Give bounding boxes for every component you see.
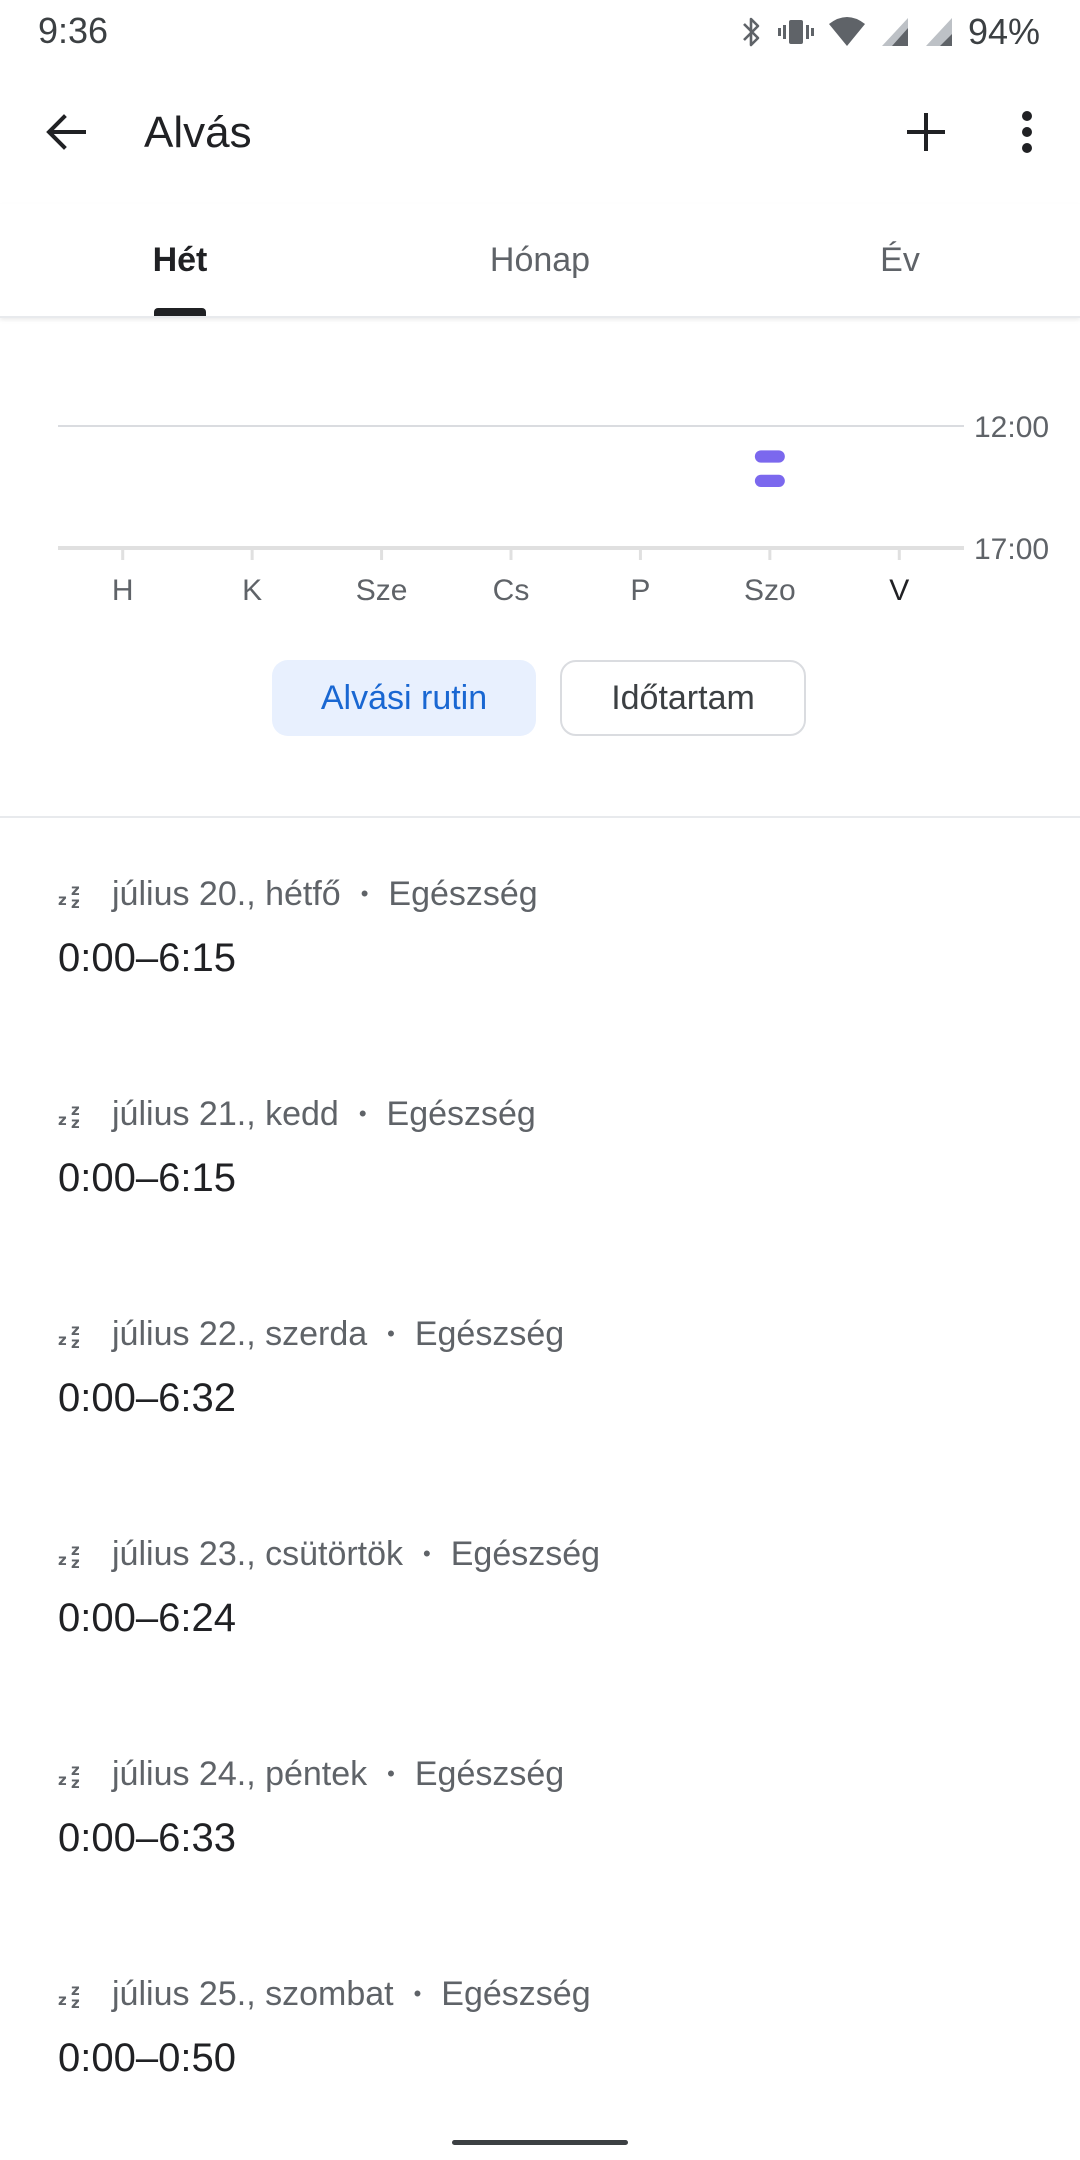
- status-icons: 94%: [738, 11, 1040, 52]
- sleep-zz-icon: zzz: [58, 879, 88, 909]
- svg-text:z: z: [58, 1991, 67, 2009]
- sleep-zz-icon: zzz: [58, 1539, 88, 1569]
- chart-y-tick-label: 12:00: [974, 411, 1049, 444]
- sleep-zz-icon: zzz: [58, 1099, 88, 1129]
- chart-x-tick-label: Szo: [744, 574, 796, 607]
- sleep-schedule-chart: 12:00 17:00 H K Sze Cs P Szo V: [0, 316, 1080, 616]
- sleep-entry-source: Egészség: [450, 1534, 601, 1573]
- separator-dot: •: [387, 1761, 395, 1786]
- tab-indicator: [154, 308, 206, 316]
- sleep-entry-date: július 22., szerda: [112, 1314, 368, 1353]
- chart-filter-row: Alvási rutin Időtartam: [0, 660, 1080, 740]
- sleep-entry[interactable]: zzz július 20., hétfő • Egészség 0:00–6:…: [0, 818, 1080, 1038]
- chart-y-tick-label: 17:00: [974, 533, 1049, 566]
- period-tabs: Hét Hónap Év: [0, 204, 1080, 318]
- home-indicator[interactable]: [452, 2140, 628, 2145]
- sleep-entry-date: július 25., szombat: [112, 1974, 394, 2013]
- sleep-entry-date: július 20., hétfő: [112, 874, 341, 913]
- svg-text:z: z: [71, 894, 80, 909]
- sleep-entry-source: Egészség: [414, 1754, 565, 1793]
- sleep-entry[interactable]: zzz július 21., kedd • Egészség 0:00–6:1…: [0, 1038, 1080, 1258]
- sleep-entry-source: Egészség: [386, 1094, 536, 1133]
- sleep-entry[interactable]: zzz július 24., péntek • Egészség 0:00–6…: [0, 1698, 1080, 1918]
- app-bar: Alvás: [0, 64, 1080, 204]
- sleep-zz-icon: zzz: [58, 1979, 88, 2009]
- sleep-entry-range: 0:00–6:24: [58, 1596, 236, 1640]
- separator-dot: •: [387, 1321, 395, 1346]
- sleep-entry-meta: zzz július 23., csütörtök • Egészség: [58, 1530, 600, 1578]
- sleep-entry-date: július 21., kedd: [112, 1094, 339, 1133]
- cell-signal-icon: [924, 16, 954, 48]
- sleep-entry-range: 0:00–0:50: [58, 2036, 236, 2080]
- svg-text:z: z: [58, 1331, 67, 1349]
- tab-week[interactable]: Hét: [0, 204, 360, 316]
- svg-text:z: z: [58, 891, 67, 909]
- filter-chip-duration[interactable]: Időtartam: [560, 660, 806, 736]
- filter-chip-sleep-routine[interactable]: Alvási rutin: [272, 660, 536, 736]
- svg-text:z: z: [71, 1114, 80, 1129]
- sleep-entry-range: 0:00–6:15: [58, 936, 236, 980]
- more-options-button[interactable]: [1000, 104, 1054, 164]
- chart-x-tick-label: Cs: [493, 574, 530, 607]
- sleep-entry[interactable]: zzz július 25., szombat • Egészség 0:00–…: [0, 1918, 1080, 2138]
- status-time: 9:36: [38, 10, 109, 51]
- status-bar: 9:36 94%: [0, 0, 1080, 64]
- chart-x-tick-label: P: [630, 574, 650, 607]
- sleep-entry[interactable]: zzz július 22., szerda • Egészség 0:00–6…: [0, 1258, 1080, 1478]
- tab-month[interactable]: Hónap: [360, 204, 720, 316]
- chart-x-tick-label: K: [242, 574, 262, 607]
- sleep-entry-meta: zzz július 21., kedd • Egészség: [58, 1090, 536, 1138]
- svg-text:z: z: [58, 1771, 67, 1789]
- svg-text:z: z: [71, 1994, 80, 2009]
- svg-text:z: z: [71, 1334, 80, 1349]
- chart-sleep-marker: [754, 450, 785, 463]
- chart-x-tick-label: H: [112, 574, 134, 607]
- svg-text:z: z: [71, 1554, 80, 1569]
- separator-dot: •: [413, 1981, 422, 2006]
- chart-canvas: 12:00 17:00 H K Sze Cs P Szo V: [58, 411, 1049, 607]
- chart-sleep-marker: [754, 474, 785, 487]
- separator-dot: •: [360, 881, 369, 906]
- chart-x-tick-label: V: [889, 574, 909, 607]
- battery-level: 94%: [967, 11, 1040, 52]
- page-title: Alvás: [144, 108, 252, 157]
- svg-text:z: z: [58, 1551, 67, 1569]
- chart-x-tick-label: Sze: [356, 574, 408, 607]
- separator-dot: •: [358, 1101, 367, 1126]
- svg-text:z: z: [58, 1111, 67, 1129]
- cell-signal-icon: [880, 16, 910, 48]
- sleep-entry-date: július 24., péntek: [112, 1754, 368, 1793]
- sleep-entry-meta: zzz július 25., szombat • Egészség: [58, 1970, 591, 2018]
- sleep-entry-range: 0:00–6:33: [58, 1816, 236, 1860]
- sleep-entry[interactable]: zzz július 23., csütörtök • Egészség 0:0…: [0, 1478, 1080, 1698]
- vibrate-icon: [777, 15, 814, 49]
- arrow-back-icon: [44, 110, 88, 159]
- sleep-entry-meta: zzz július 24., péntek • Egészség: [58, 1750, 564, 1798]
- sleep-entry-range: 0:00–6:32: [58, 1376, 236, 1420]
- sleep-entry-date: július 23., csütörtök: [112, 1534, 404, 1573]
- sleep-entry-source: Egészség: [414, 1314, 565, 1353]
- sleep-entry-meta: zzz július 22., szerda • Egészség: [58, 1310, 564, 1358]
- sleep-zz-icon: zzz: [58, 1759, 88, 1789]
- plus-icon: [904, 110, 948, 159]
- sleep-entry-source: Egészség: [388, 874, 538, 913]
- svg-text:z: z: [71, 1774, 80, 1789]
- add-button[interactable]: [896, 104, 956, 164]
- tab-year[interactable]: Év: [720, 204, 1080, 316]
- sleep-zz-icon: zzz: [58, 1319, 88, 1349]
- sleep-entry-range: 0:00–6:15: [58, 1156, 236, 1200]
- back-button[interactable]: [36, 104, 96, 164]
- more-vert-icon: [1021, 110, 1033, 159]
- sleep-entry-source: Egészség: [441, 1974, 591, 2013]
- wifi-icon: [828, 16, 866, 48]
- sleep-entry-meta: zzz július 20., hétfő • Egészség: [58, 870, 538, 918]
- separator-dot: •: [423, 1541, 431, 1566]
- bluetooth-icon: [738, 15, 764, 49]
